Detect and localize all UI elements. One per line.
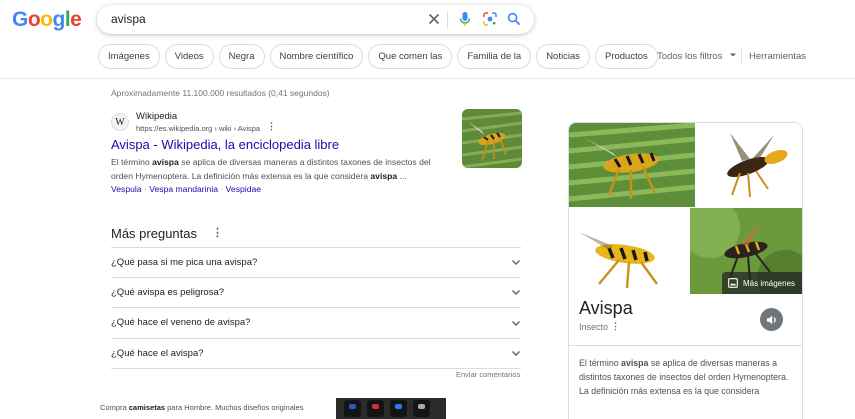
highlighted-term: avispa bbox=[152, 157, 179, 167]
search-box[interactable]: avispa bbox=[97, 5, 534, 34]
result-title-link[interactable]: Avispa - Wikipedia, la enciclopedia libr… bbox=[111, 137, 339, 152]
shopping-snippet: Compra camisetas para Hombre. Muchos dis… bbox=[100, 402, 320, 413]
chip-imagenes[interactable]: Imágenes bbox=[98, 44, 160, 69]
paa-options-icon[interactable]: ⋮ bbox=[212, 226, 223, 239]
result-thumbnail[interactable] bbox=[462, 109, 522, 168]
chip-que-comen[interactable]: Que comen las bbox=[368, 44, 453, 69]
dropdown-arrow-icon bbox=[730, 53, 737, 57]
chip-videos[interactable]: Videos bbox=[164, 44, 214, 69]
chip-familia[interactable]: Familia de la bbox=[457, 44, 532, 69]
speaker-icon[interactable] bbox=[760, 308, 783, 331]
more-images-label: Más imágenes bbox=[743, 278, 796, 288]
paa-question[interactable]: ¿Qué hace el veneno de avispa? bbox=[111, 308, 521, 339]
snippet-text: Compra bbox=[100, 403, 129, 412]
kp-image-1[interactable] bbox=[569, 123, 695, 207]
tools-separator bbox=[741, 49, 742, 63]
result-snippet: El término avispa se aplica de diversas … bbox=[111, 156, 447, 183]
result-url[interactable]: https://es.wikipedia.org › wiki › Avispa bbox=[136, 124, 260, 133]
chip-noticias[interactable]: Noticias bbox=[536, 44, 590, 69]
more-images-button[interactable]: Más imágenes bbox=[722, 272, 802, 294]
highlighted-term: camisetas bbox=[128, 403, 166, 412]
chevron-down-icon bbox=[512, 351, 520, 357]
all-filters-button[interactable]: Todos los filtros bbox=[657, 51, 737, 62]
result-stats: Aproximadamente 11.100.000 resultados (0… bbox=[111, 88, 330, 98]
paa-question-text: ¿Qué hace el avispa? bbox=[111, 347, 204, 359]
snippet-text: ... bbox=[397, 170, 407, 181]
paa-question-text: ¿Qué avispa es peligrosa? bbox=[111, 286, 225, 298]
chip-negra[interactable]: Negra bbox=[218, 44, 265, 69]
image-icon bbox=[728, 278, 738, 288]
kp-divider bbox=[569, 345, 802, 346]
logo-letter: e bbox=[70, 8, 82, 31]
paa-question-text: ¿Qué pasa si me pica una avispa? bbox=[111, 256, 258, 268]
sublink-vespula[interactable]: Vespula bbox=[111, 184, 142, 194]
kp-description: El término avispa se aplica de diversas … bbox=[579, 356, 795, 398]
result-site-name[interactable]: Wikipedia bbox=[136, 111, 177, 122]
tools-button[interactable]: Herramientas bbox=[749, 51, 806, 62]
wikipedia-favicon-icon[interactable]: W bbox=[111, 113, 129, 131]
microphone-icon[interactable] bbox=[457, 11, 473, 27]
header-divider bbox=[0, 78, 855, 79]
paa-question[interactable]: ¿Qué pasa si me pica una avispa? bbox=[111, 247, 521, 278]
product-thumbnails[interactable] bbox=[336, 398, 446, 419]
product-shirt-image[interactable] bbox=[413, 400, 430, 417]
google-logo[interactable]: Google bbox=[12, 8, 82, 32]
paa-question[interactable]: ¿Qué avispa es peligrosa? bbox=[111, 278, 521, 308]
chevron-down-icon bbox=[512, 260, 520, 266]
logo-letter: G bbox=[12, 8, 28, 31]
logo-letter: o bbox=[40, 8, 53, 31]
highlighted-term: avispa bbox=[370, 170, 398, 181]
highlighted-term: avispa bbox=[621, 358, 649, 368]
paa-question-text: ¿Qué hace el veneno de avispa? bbox=[111, 317, 251, 329]
paa-question[interactable]: ¿Qué hace el avispa? bbox=[111, 339, 521, 369]
knowledge-panel: Más imágenes Avispa Insecto ⋮ El término… bbox=[568, 122, 803, 419]
search-input[interactable]: avispa bbox=[111, 12, 146, 26]
people-also-ask-list: ¿Qué pasa si me pica una avispa? ¿Qué av… bbox=[111, 247, 521, 369]
chevron-down-icon bbox=[512, 290, 520, 296]
product-shirt-image[interactable] bbox=[390, 400, 407, 417]
chip-nombre-cientifico[interactable]: Nombre científico bbox=[269, 44, 364, 69]
logo-letter: g bbox=[52, 8, 66, 31]
sublink-vespa-mandarinia[interactable]: Vespa mandarinia bbox=[149, 184, 218, 194]
chip-productos[interactable]: Productos bbox=[594, 44, 658, 69]
search-icon[interactable] bbox=[506, 11, 522, 27]
more-options-icon[interactable]: ⋮ bbox=[267, 121, 276, 132]
searchbox-separator bbox=[447, 12, 448, 28]
send-feedback-link[interactable]: Enviar comentarios bbox=[456, 370, 520, 379]
kp-image-3[interactable] bbox=[569, 208, 689, 294]
logo-letter: o bbox=[27, 8, 41, 31]
kp-subtitle: Insecto bbox=[579, 322, 609, 332]
product-shirt-image[interactable] bbox=[367, 400, 384, 417]
sublink-vespidae[interactable]: Vespidae bbox=[226, 184, 261, 194]
kp-options-icon[interactable]: ⋮ bbox=[611, 321, 620, 332]
all-filters-label: Todos los filtros bbox=[657, 51, 723, 62]
kp-title: Avispa bbox=[579, 298, 633, 318]
chevron-down-icon bbox=[512, 320, 520, 326]
kp-image-2[interactable] bbox=[696, 123, 802, 207]
filter-chips: Imágenes Videos Negra Nombre científico … bbox=[98, 44, 658, 69]
result-sublinks: Vespula · Vespa mandarinia · Vespidae bbox=[111, 184, 261, 194]
people-also-ask-title: Más preguntas bbox=[111, 226, 197, 241]
snippet-text: El término bbox=[579, 358, 622, 368]
snippet-text: El término bbox=[111, 157, 153, 167]
snippet-text: para Hombre. Muchos diseños originales bbox=[165, 403, 304, 412]
close-icon[interactable] bbox=[426, 11, 442, 27]
lens-icon[interactable] bbox=[482, 11, 498, 27]
product-shirt-image[interactable] bbox=[344, 400, 361, 417]
